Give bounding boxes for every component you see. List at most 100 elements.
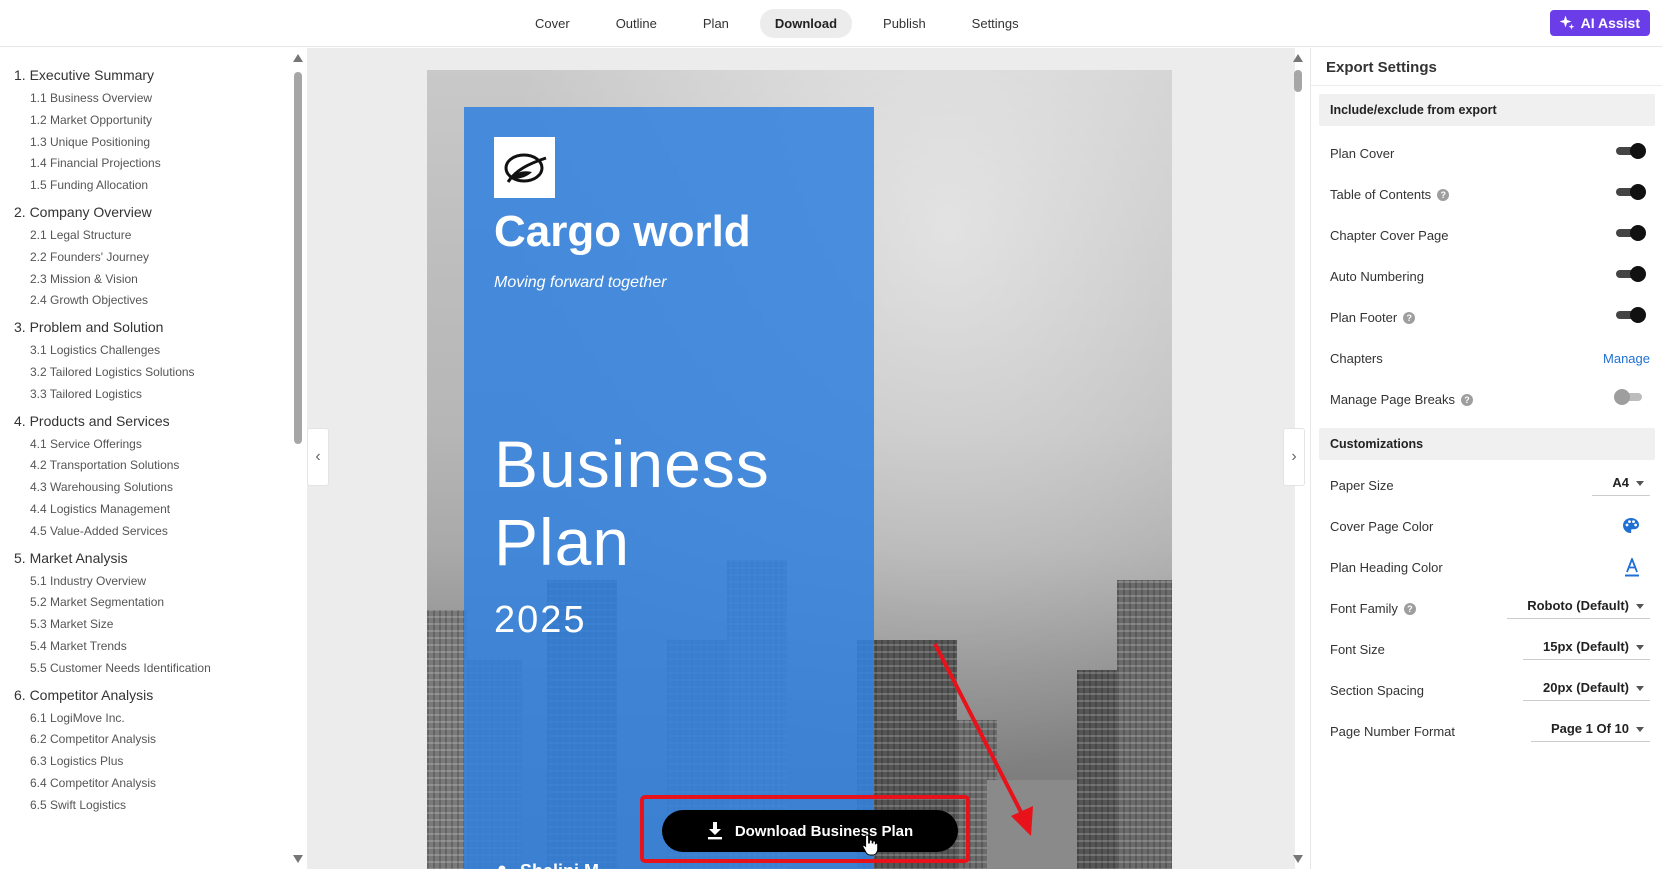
manage-chapters-link[interactable]: Manage [1603,351,1650,366]
sparkle-icon [1559,15,1575,30]
tab-download[interactable]: Download [759,9,853,38]
font-size-select[interactable]: 15px (Default) [1523,639,1650,660]
download-business-plan-button[interactable]: Download Business Plan [662,810,958,856]
outline-scrollbar[interactable] [292,52,304,867]
outline-section[interactable]: 5.5 Customer Needs Identification [14,658,300,680]
scroll-thumb[interactable] [294,72,302,444]
outline-chapter[interactable]: 4. Products and Services [14,412,300,430]
outline-chapter[interactable]: 5. Market Analysis [14,549,300,567]
include-row-label: Table of Contents [1330,187,1432,202]
author-name: Shalini M [520,861,599,869]
include-row: Plan Footer? [1330,297,1650,338]
page-breaks-toggle[interactable] [1614,389,1642,405]
help-icon[interactable]: ? [1461,393,1474,406]
outline-chapter[interactable]: 6. Competitor Analysis [14,686,300,704]
company-logo [494,137,555,198]
palette-icon[interactable] [1622,517,1640,535]
section-spacing-select[interactable]: 20px (Default) [1523,680,1650,701]
outline-section[interactable]: 3.3 Tailored Logistics [14,384,300,406]
help-icon[interactable]: ? [1403,311,1416,324]
outline-section[interactable]: 2.3 Mission & Vision [14,269,300,291]
include-toggle[interactable] [1616,225,1646,241]
outline-section[interactable]: 1.5 Funding Allocation [14,175,300,197]
outline-section[interactable]: 6.3 Logistics Plus [14,751,300,773]
page-number-select[interactable]: Page 1 Of 10 [1530,721,1650,742]
outline-section[interactable]: 1.1 Business Overview [14,88,300,110]
paper-size-select[interactable]: A4 [1592,475,1650,496]
outline-section[interactable]: 1.3 Unique Positioning [14,132,300,154]
outline-section[interactable]: 4.3 Warehousing Solutions [14,477,300,499]
outline-section[interactable]: 3.2 Tailored Logistics Solutions [14,362,300,384]
company-name: Cargo world [494,207,751,256]
include-row-label: Chapter Cover Page [1330,228,1449,243]
heading-color-label: Plan Heading Color [1330,560,1443,575]
panel-title: Export Settings [1311,48,1662,86]
leaf-logo-icon [504,153,546,183]
outline-chapter[interactable]: 2. Company Overview [14,203,300,221]
collapse-left-button[interactable]: ‹ [307,428,329,486]
plan-title-line1: Business [494,427,770,501]
include-toggle[interactable] [1616,266,1646,282]
tab-plan[interactable]: Plan [688,9,744,38]
ai-assist-button[interactable]: AI Assist [1549,10,1650,36]
font-family-label: Font Family [1330,601,1398,616]
outline-section[interactable]: 6.1 LogiMove Inc. [14,708,300,730]
outline-section[interactable]: 5.4 Market Trends [14,636,300,658]
include-row-label: Auto Numbering [1330,269,1424,284]
top-navigation: Cover Outline Plan Download Publish Sett… [0,0,1662,47]
include-toggle[interactable] [1616,184,1646,200]
outline-section[interactable]: 1.2 Market Opportunity [14,110,300,132]
outline-section[interactable]: 4.5 Value-Added Services [14,521,300,543]
outline-section[interactable]: 4.1 Service Offerings [14,434,300,456]
chevron-right-icon: › [1291,448,1297,465]
outline-section[interactable]: 5.1 Industry Overview [14,571,300,593]
outline-section[interactable]: 5.3 Market Size [14,614,300,636]
outline-section[interactable]: 5.2 Market Segmentation [14,592,300,614]
collapse-right-button[interactable]: › [1283,428,1305,486]
outline-section[interactable]: 6.4 Competitor Analysis [14,773,300,795]
include-section-header: Include/exclude from export [1319,94,1655,126]
scroll-up-arrow[interactable] [1293,54,1303,62]
plan-year: 2025 [494,599,587,641]
chapters-label: Chapters [1330,351,1383,366]
tab-outline[interactable]: Outline [601,9,672,38]
outline-section[interactable]: 2.1 Legal Structure [14,225,300,247]
outline-section[interactable]: 6.2 Competitor Analysis [14,729,300,751]
outline-section[interactable]: 6.5 Swift Logistics [14,795,300,817]
include-row: Chapter Cover Page [1330,215,1650,256]
text-color-icon[interactable] [1624,558,1640,578]
preview-canvas: Cargo world Moving forward together Busi… [307,48,1295,869]
tab-settings[interactable]: Settings [957,9,1034,38]
tab-cover[interactable]: Cover [520,9,585,38]
download-icon [707,822,722,840]
help-icon[interactable]: ? [1403,602,1416,615]
author: Shalini M [494,861,599,869]
help-icon[interactable]: ? [1437,188,1450,201]
include-toggle[interactable] [1616,143,1646,159]
scroll-up-arrow[interactable] [293,54,303,62]
plan-title-line2: Plan [494,505,631,579]
page-breaks-label: Manage Page Breaks [1330,392,1456,407]
outline-section[interactable]: 4.4 Logistics Management [14,499,300,521]
scroll-down-arrow[interactable] [293,855,303,863]
outline-chapter[interactable]: 3. Problem and Solution [14,318,300,336]
outline-section[interactable]: 2.2 Founders' Journey [14,247,300,269]
outline-chapter[interactable]: 1. Executive Summary [14,66,300,84]
tagline: Moving forward together [494,274,667,291]
section-spacing-row: Section Spacing 20px (Default) [1330,670,1650,711]
include-row-label: Plan Cover [1330,146,1395,161]
outline-section[interactable]: 4.2 Transportation Solutions [14,455,300,477]
outline-sidebar: 1. Executive Summary 1.1 Business Overvie… [0,48,300,869]
tab-publish[interactable]: Publish [868,9,941,38]
export-settings-panel: Export Settings Include/exclude from exp… [1310,48,1662,869]
outline-section[interactable]: 1.4 Financial Projections [14,153,300,175]
scroll-thumb[interactable] [1294,70,1302,92]
outline-section[interactable]: 2.4 Growth Objectives [14,290,300,312]
font-family-select[interactable]: Roboto (Default) [1507,598,1650,619]
scroll-down-arrow[interactable] [1293,855,1303,863]
outline-section[interactable]: 3.1 Logistics Challenges [14,340,300,362]
customizations-rows: Paper Size A4 Cover Page Color Plan Head… [1311,465,1662,752]
include-toggle[interactable] [1616,307,1646,323]
chapters-row: Chapters Manage [1330,338,1650,379]
building [427,610,467,869]
